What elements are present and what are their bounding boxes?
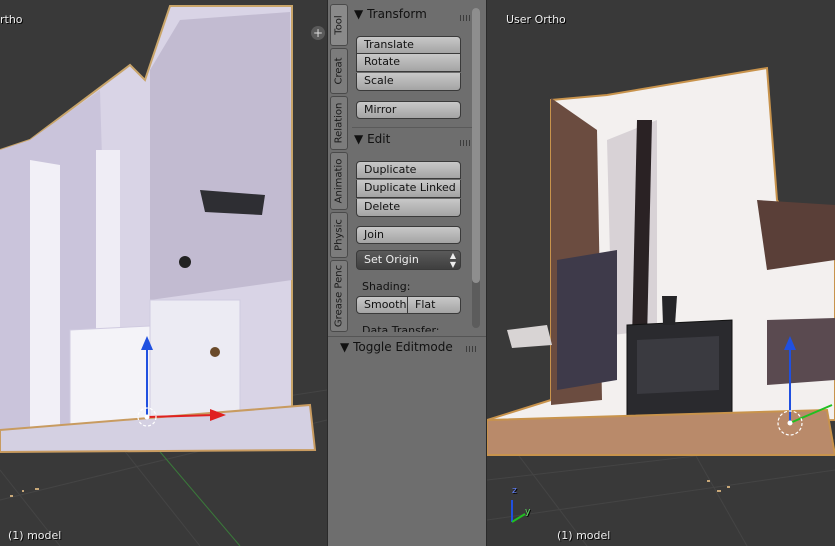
edit-header[interactable]: ▼ Edit [354, 132, 390, 146]
axis-y-label: y [525, 507, 531, 517]
rotate-button[interactable]: Rotate [356, 54, 461, 72]
tab-physics[interactable]: Physic [330, 212, 348, 258]
tool-shelf: Tool Creat Relation Animatio Physic Grea… [327, 0, 487, 546]
tab-tool[interactable]: Tool [330, 4, 348, 46]
transform-drag-grip[interactable] [460, 15, 472, 21]
tool-panel: ▼ Transform Translate Rotate Scale Mirro… [352, 4, 472, 332]
left-3d-viewport[interactable]: rtho (1) model + [0, 0, 327, 546]
triangle-down-icon: ▼ [340, 340, 350, 354]
panel-divider [352, 127, 472, 128]
edit-header-label: Edit [367, 132, 391, 146]
tab-relation-label: Relation [333, 102, 345, 144]
tab-relation[interactable]: Relation [330, 96, 348, 150]
triangle-down-icon: ▼ [354, 132, 364, 146]
up-down-arrows-icon: ▲ ▼ [449, 251, 456, 269]
edit-drag-grip[interactable] [460, 140, 472, 146]
left-viewport-scene [0, 5, 327, 546]
join-button[interactable]: Join [356, 226, 461, 244]
axis-z-label: z [512, 486, 517, 496]
scale-button[interactable]: Scale [356, 73, 461, 91]
tool-shelf-tabs: Tool Creat Relation Animatio Physic Grea… [330, 4, 350, 334]
mirror-button[interactable]: Mirror [356, 101, 461, 119]
data-transfer-label: Data Transfer: [362, 324, 440, 332]
scrollbar-thumb[interactable] [472, 8, 480, 283]
right-viewport-title: User Ortho [506, 13, 566, 26]
flat-button[interactable]: Flat [407, 296, 461, 314]
toggle-editmode-title: ▼ Toggle Editmode [340, 340, 453, 354]
shading-label: Shading: [362, 280, 411, 293]
tab-grease-pencil-label: Grease Penc [333, 264, 345, 328]
tab-animation[interactable]: Animatio [330, 152, 348, 210]
delete-button[interactable]: Delete [356, 199, 461, 217]
panel-scrollbar[interactable] [472, 8, 480, 328]
left-viewport-title: rtho [0, 13, 23, 26]
plus-icon[interactable]: + [311, 26, 325, 40]
tab-grease-pencil[interactable]: Grease Penc [330, 260, 348, 332]
duplicate-linked-button[interactable]: Duplicate Linked [356, 180, 461, 198]
right-viewport-scene [487, 66, 835, 546]
tab-animation-label: Animatio [333, 158, 345, 204]
tab-create-label: Creat [333, 57, 345, 85]
toggle-editmode-grip[interactable] [466, 346, 478, 352]
left-viewport-status: (1) model [8, 529, 62, 542]
translate-button[interactable]: Translate [356, 36, 461, 54]
tab-tool-label: Tool [333, 15, 345, 35]
smooth-button[interactable]: Smooth [356, 296, 408, 314]
tab-create[interactable]: Creat [330, 48, 348, 94]
transform-header[interactable]: ▼ Transform [354, 7, 427, 21]
toggle-editmode-label: Toggle Editmode [353, 340, 453, 354]
triangle-down-icon: ▼ [354, 7, 364, 21]
right-3d-viewport[interactable]: User Ortho z y (1) model [487, 0, 835, 546]
duplicate-button[interactable]: Duplicate [356, 161, 461, 179]
right-viewport-status: (1) model [557, 529, 611, 542]
transform-header-label: Transform [367, 7, 427, 21]
set-origin-dropdown[interactable]: Set Origin ▲ ▼ [356, 250, 461, 270]
tab-physics-label: Physic [333, 219, 345, 251]
set-origin-label: Set Origin [364, 253, 419, 266]
toggle-editmode-header[interactable]: ▼ Toggle Editmode [328, 336, 486, 357]
